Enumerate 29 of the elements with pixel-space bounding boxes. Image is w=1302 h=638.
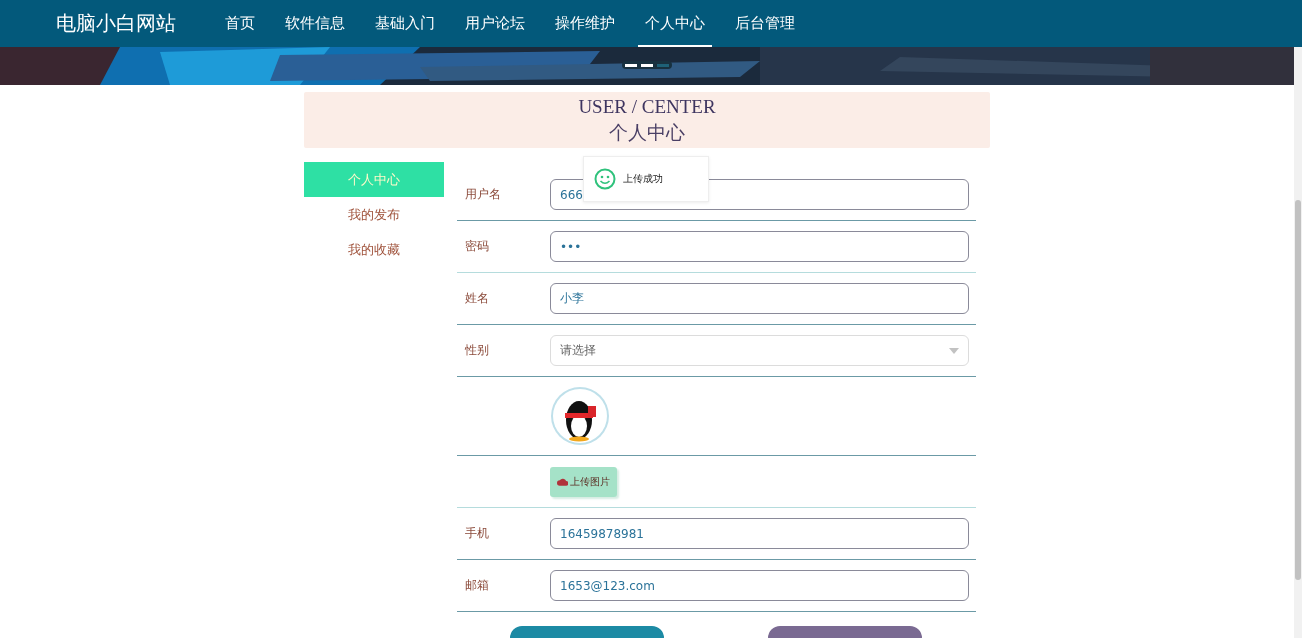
upload-button[interactable]: 上传图片 <box>550 466 617 497</box>
caret-icon <box>949 347 959 354</box>
field-label: 邮箱 <box>464 577 490 594</box>
input-field[interactable]: 1653@123.com <box>550 570 969 601</box>
nav-link[interactable]: 首页 <box>218 0 262 47</box>
smile-icon <box>594 168 616 190</box>
field-label: 用户名 <box>464 186 502 203</box>
field-label: 性别 <box>464 342 490 359</box>
field-label: 密码 <box>464 238 490 255</box>
sidebar-item[interactable]: 我的发布 <box>304 197 444 232</box>
field-label: 姓名 <box>464 290 490 307</box>
scrollbar[interactable] <box>1294 47 1302 638</box>
section-title: 个人中心 <box>609 120 685 145</box>
sidebar-item[interactable]: 我的收藏 <box>304 232 444 267</box>
nav-link[interactable]: 后台管理 <box>728 0 802 47</box>
nav-link[interactable]: 用户论坛 <box>458 0 532 47</box>
input-field[interactable]: 16459878981 <box>550 518 969 549</box>
input-field[interactable]: 小李 <box>550 283 969 314</box>
carousel-indicator[interactable] <box>641 63 653 67</box>
carousel-indicator[interactable] <box>625 63 637 67</box>
site-title: 电脑小白网站 <box>56 10 176 37</box>
select-field[interactable]: 请选择 <box>550 335 969 366</box>
input-field[interactable]: ••• <box>550 231 969 262</box>
section-title-en: USER / CENTER <box>578 95 716 119</box>
nav-link[interactable]: 基础入门 <box>368 0 442 47</box>
field-label: 手机 <box>464 525 490 542</box>
upload-icon <box>557 477 568 486</box>
nav-link[interactable]: 操作维护 <box>548 0 622 47</box>
nav-link[interactable]: 软件信息 <box>278 0 352 47</box>
